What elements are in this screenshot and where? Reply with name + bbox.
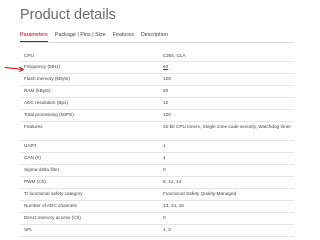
spec-label: PWM (Ch) — [24, 179, 46, 184]
spec-label: Total processing (MIPS) — [24, 112, 74, 117]
spec-label: SPI — [24, 227, 32, 232]
spec-label: Number of ADC channels — [24, 203, 77, 208]
table-row: Flash memory (kByte) 128 — [20, 74, 294, 86]
spec-label: CPU — [24, 53, 34, 58]
table-row: TI functional safety category Functional… — [20, 189, 294, 201]
spec-label: CAN (#) — [24, 155, 41, 160]
spec-value: C28x, CLA — [163, 53, 186, 58]
table-row: Direct memory access (Ch) 0 — [20, 213, 294, 225]
table-row: CAN (#) 1 — [20, 153, 294, 165]
tab-parameters[interactable]: Parameters — [20, 32, 48, 42]
table-row: Frequency (MHz) 60 — [20, 62, 294, 74]
tab-description[interactable]: Description — [141, 32, 168, 42]
spec-value: 0 — [163, 167, 166, 172]
spec-value: 0 — [163, 215, 166, 220]
spec-label: Sigma-delta filter — [24, 167, 60, 172]
table-row: PWM (Ch) 8, 12, 14 — [20, 177, 294, 189]
table-row: Number of ADC channels 13, 14, 16 — [20, 201, 294, 213]
spec-value: 1 — [163, 155, 166, 160]
table-row: Features 32-bit CPU timers, Single zone … — [20, 122, 294, 141]
spec-label: Features — [24, 124, 43, 129]
tab-bar: Parameters Package | Pins | Size Feature… — [20, 32, 168, 42]
spec-value-highlighted: 60 — [163, 64, 169, 69]
spec-label: UART — [24, 143, 37, 148]
spec-label: ADC resolution (Bps) — [24, 100, 69, 105]
table-row: RAM (kByte) 20 — [20, 86, 294, 98]
spec-value: 12 — [163, 100, 169, 105]
spec-label: Flash memory (kByte) — [24, 76, 70, 81]
parameters-table: CPU C28x, CLA Frequency (MHz) 60 Flash m… — [20, 51, 294, 237]
spec-label: TI functional safety category — [24, 191, 83, 196]
tab-features[interactable]: Features — [113, 32, 134, 42]
table-row: ADC resolution (Bps) 12 — [20, 98, 294, 110]
spec-value: 13, 14, 16 — [163, 203, 184, 208]
spec-value: 120 — [163, 112, 171, 117]
spec-value: 32-bit CPU timers, Single zone code secu… — [163, 124, 291, 129]
table-row: Sigma-delta filter 0 — [20, 165, 294, 177]
table-row: CPU C28x, CLA — [20, 51, 294, 62]
table-row: Total processing (MIPS) 120 — [20, 110, 294, 122]
tab-package-pins-size[interactable]: Package | Pins | Size — [55, 32, 106, 42]
page-title: Product details — [20, 7, 116, 23]
spec-label: Direct memory access (Ch) — [24, 215, 81, 220]
tabs-divider — [20, 42, 294, 43]
table-row: UART 1 — [20, 141, 294, 153]
spec-value: 20 — [163, 88, 169, 93]
spec-value: 1, 2 — [163, 227, 171, 232]
red-arrow-icon — [4, 66, 24, 72]
spec-value: Functional Safety Quality-Managed — [163, 191, 237, 196]
spec-label: Frequency (MHz) — [24, 64, 61, 69]
spec-value: 8, 12, 14 — [163, 179, 182, 184]
spec-label: RAM (kByte) — [24, 88, 51, 93]
spec-value: 1 — [163, 143, 166, 148]
spec-value: 128 — [163, 76, 171, 81]
table-row: SPI 1, 2 — [20, 225, 294, 237]
